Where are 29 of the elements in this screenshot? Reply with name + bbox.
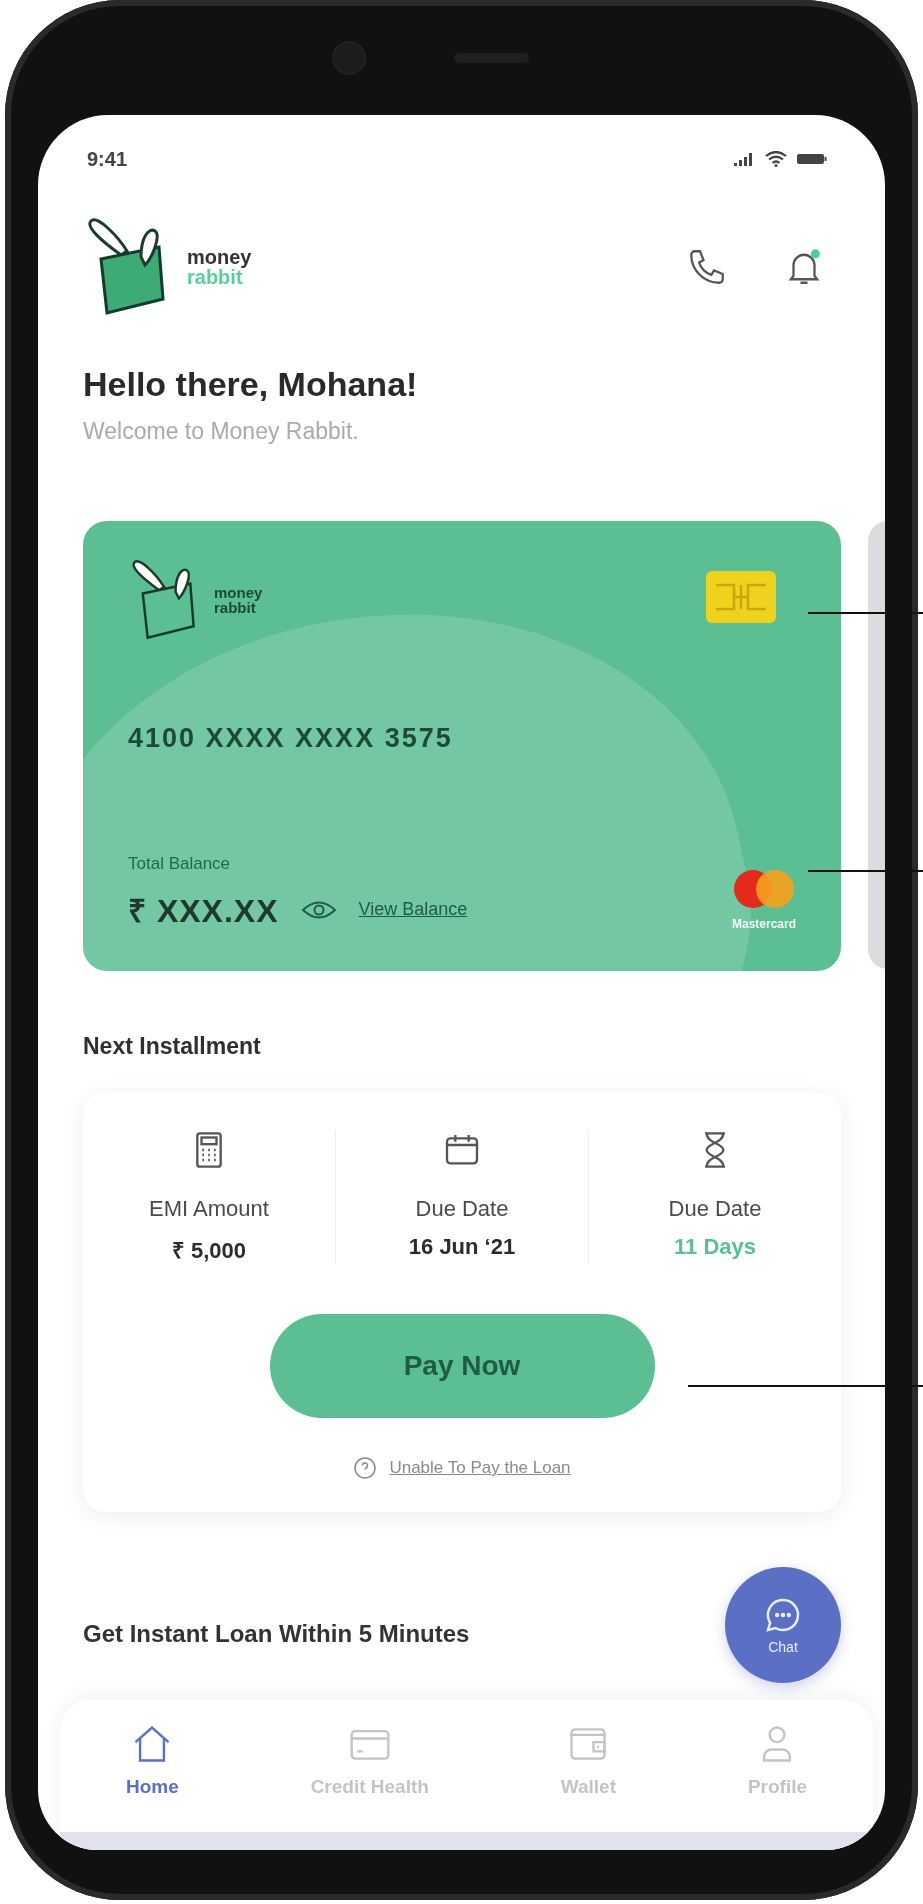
section-title: Next Installment [83,1033,261,1060]
pay-now-button[interactable]: Pay Now [269,1314,655,1418]
wifi-icon [765,151,787,167]
card-network-label: Mastercard [731,917,796,931]
installment-label: EMI Amount [149,1196,269,1222]
section-title: Get Instant Loan Within 5 Minutes [83,1620,470,1648]
installment-value: 16 Jun ‘21 [408,1234,516,1260]
balance-amount: ₹ XXX.XX [128,892,279,931]
card-number: 4100 XXXX XXXX 3575 [128,723,454,754]
installment-label: Due Date [415,1196,509,1222]
nav-tab[interactable]: Home [115,1718,189,1820]
installment-value: ₹ 5,000 [171,1237,247,1264]
battery-icon [797,152,827,166]
logo-wordmark: rabbit [214,600,256,615]
eye-icon[interactable] [300,898,337,921]
greeting-subtitle: Welcome to Money Rabbit. [83,418,359,445]
status-time: 9:41 [87,147,128,171]
view-balance-link[interactable]: View Balance [358,899,468,920]
unable-to-pay-link[interactable]: Unable To Pay the Loan [389,1458,571,1478]
installment-label: Due Date [668,1196,762,1222]
mastercard-logo-icon [732,869,796,909]
help-icon [353,1456,378,1480]
chat-button[interactable]: Chat [725,1567,841,1683]
installment-value: 11 Days [674,1234,756,1260]
signal-icon [733,151,755,167]
balance-label: Total Balance [128,854,232,874]
logo-wordmark: rabbit [187,267,243,287]
greeting-title: Hello there, Mohana! [83,365,418,404]
card-chip-icon [706,571,776,623]
